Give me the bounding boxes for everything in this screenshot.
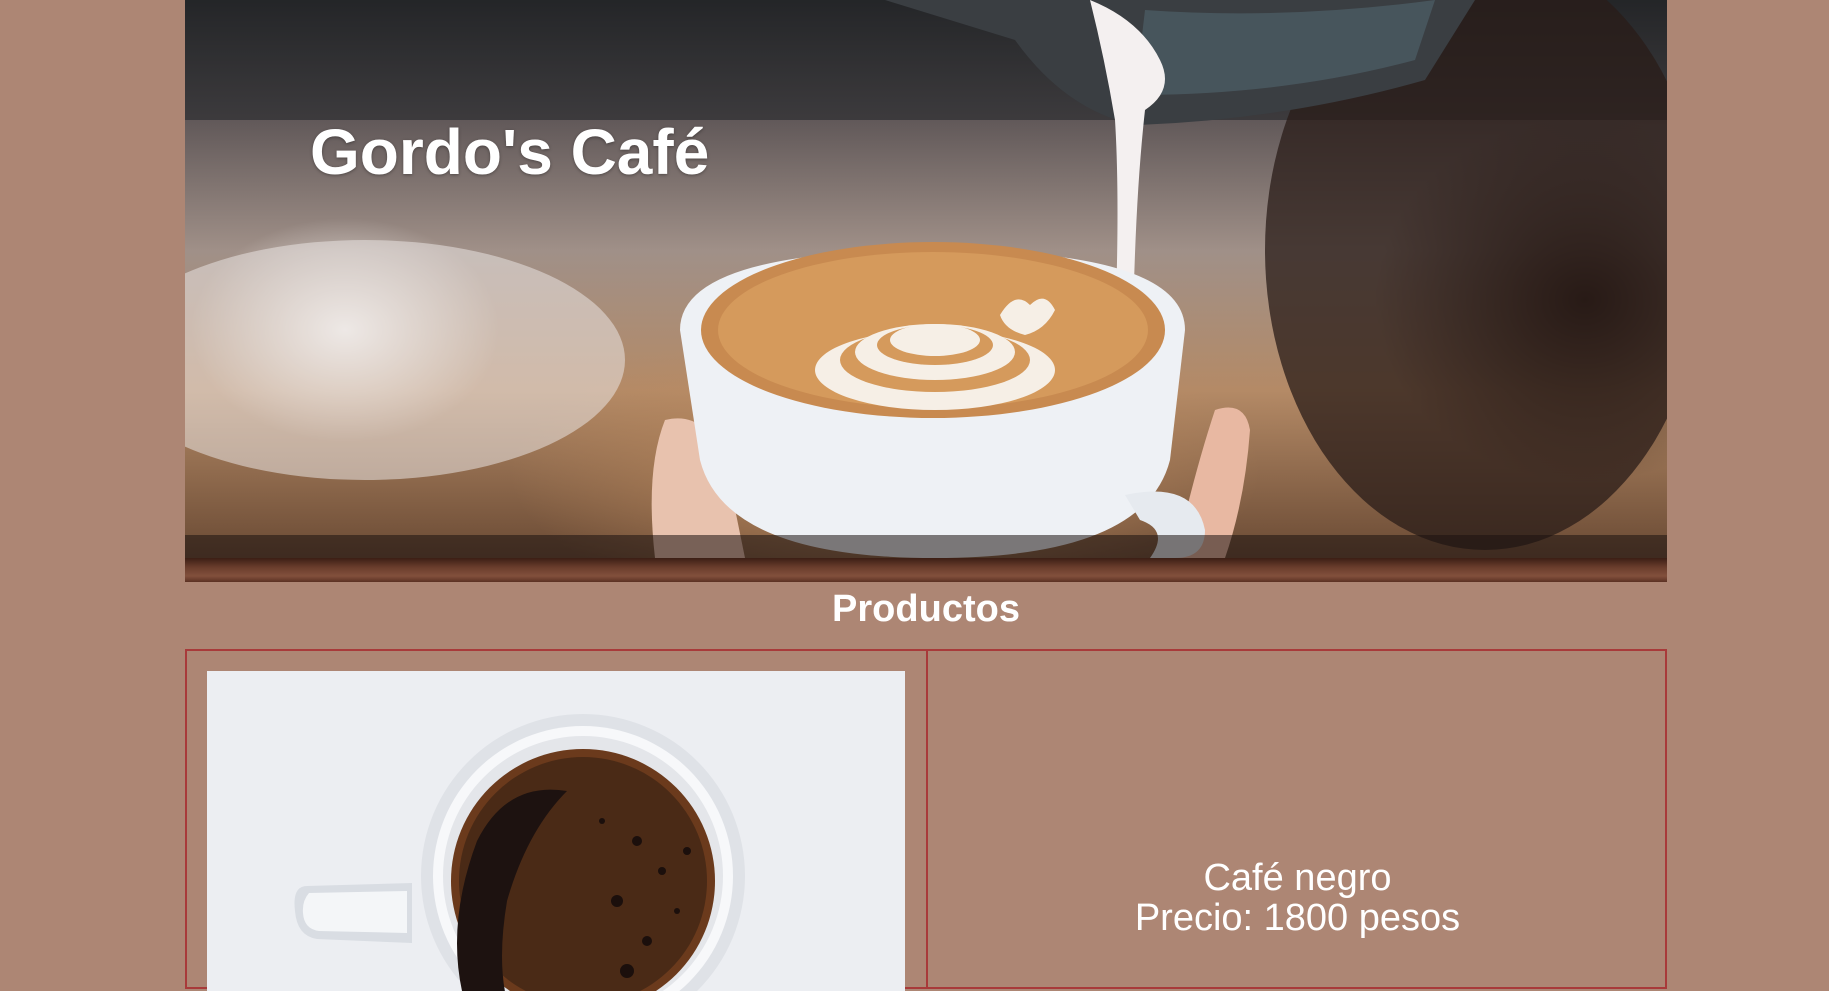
site-title: Gordo's Café bbox=[310, 116, 710, 188]
product-image-black-coffee bbox=[207, 671, 905, 991]
page-container: Gordo's Café Productos Café negro Precio… bbox=[185, 0, 1667, 991]
product-price: Precio: 1800 pesos bbox=[1134, 897, 1461, 939]
hero-latte-image bbox=[185, 0, 1667, 558]
black-coffee-image bbox=[207, 671, 905, 991]
section-title: Productos bbox=[832, 588, 1020, 630]
product-name: Café negro bbox=[1203, 857, 1392, 899]
hero-banner: Gordo's Café bbox=[185, 0, 1667, 558]
product-info: Café negro Precio: 1800 pesos bbox=[928, 651, 1667, 991]
hero-divider-bar bbox=[185, 558, 1667, 582]
product-table: Café negro Precio: 1800 pesos bbox=[185, 649, 1667, 991]
